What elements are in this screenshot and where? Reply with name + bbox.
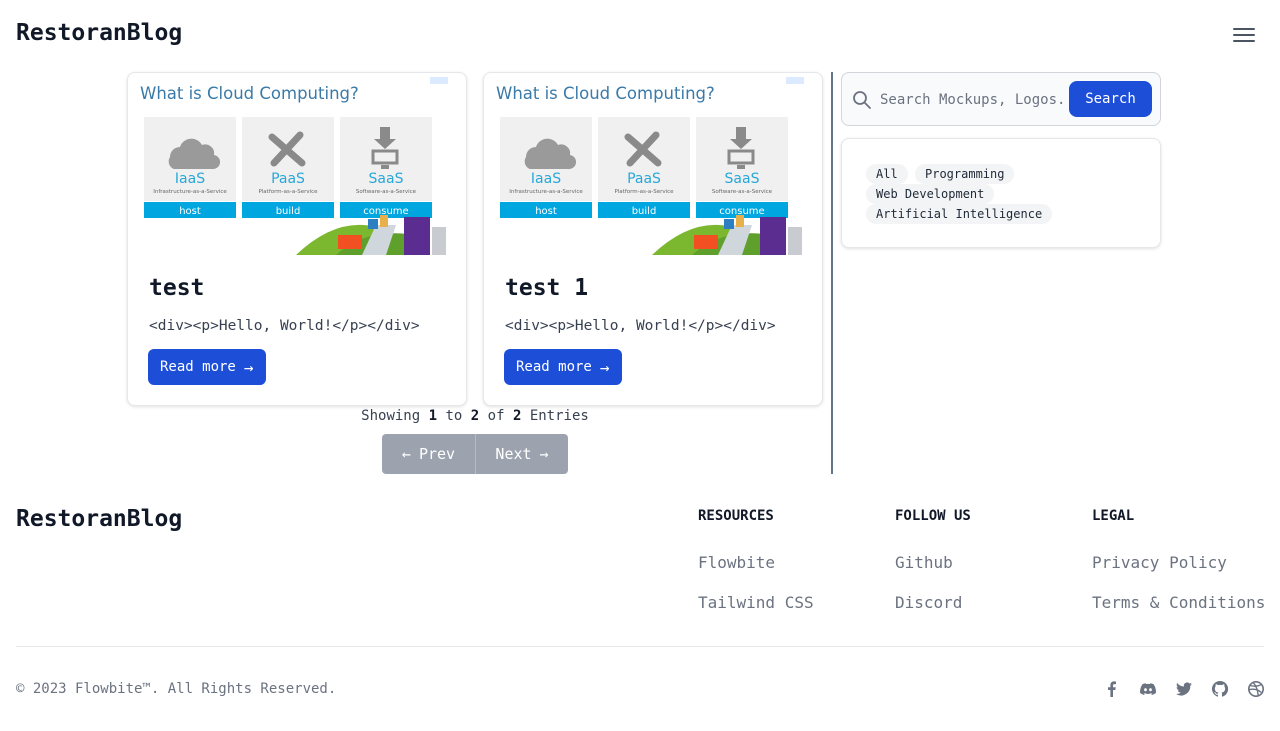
range-from: 1 — [428, 408, 438, 424]
footer-link-flowbite[interactable]: Flowbite — [698, 553, 775, 572]
read-more-label: Read more — [160, 359, 236, 375]
next-button[interactable]: Next → — [476, 434, 568, 474]
svg-text:IaaS: IaaS — [175, 171, 205, 187]
tag-programming[interactable]: Programming — [915, 164, 1015, 184]
to-label: to — [445, 408, 463, 424]
site-brand[interactable]: RestoranBlog — [16, 20, 182, 46]
tag-all[interactable]: All — [866, 164, 908, 184]
footer-link-privacy[interactable]: Privacy Policy — [1092, 553, 1227, 572]
range-to: 2 — [470, 408, 480, 424]
prev-button[interactable]: ← Prev — [382, 434, 476, 474]
search-input[interactable] — [880, 85, 1068, 115]
prev-label: Prev — [418, 445, 456, 463]
footer-heading: FOLLOW US — [895, 508, 971, 524]
footer-column-legal: LEGAL Privacy Policy Terms & Conditions — [1092, 508, 1265, 612]
read-more-label: Read more — [516, 359, 592, 375]
footer-link-tailwind[interactable]: Tailwind CSS — [698, 593, 814, 612]
svg-text:PaaS: PaaS — [271, 171, 305, 187]
entries-label: Entries — [529, 408, 589, 424]
svg-text:IaaS: IaaS — [531, 171, 561, 187]
svg-text:PaaS: PaaS — [627, 171, 661, 187]
arrow-right-icon: → — [539, 445, 549, 463]
post-excerpt: <div><p>Hello, World!</p></div> — [505, 318, 776, 334]
post-card: What is Cloud Computing? IaaS Infrastruct… — [127, 72, 467, 406]
footer-link-terms[interactable]: Terms & Conditions — [1092, 593, 1265, 612]
vertical-divider — [831, 72, 833, 474]
range-total: 2 — [512, 408, 522, 424]
svg-text:host: host — [179, 206, 201, 217]
read-more-button[interactable]: Read more → — [504, 349, 622, 385]
svg-text:build: build — [276, 206, 301, 217]
github-icon[interactable] — [1211, 680, 1229, 698]
svg-text:What is Cloud Computing?: What is Cloud Computing? — [496, 84, 715, 103]
next-label: Next — [495, 445, 532, 463]
hamburger-icon[interactable] — [1231, 24, 1257, 48]
facebook-icon[interactable] — [1103, 680, 1121, 698]
svg-text:SaaS: SaaS — [725, 171, 760, 187]
footer-divider — [16, 646, 1264, 647]
arrow-left-icon: ← — [401, 445, 411, 463]
twitter-icon[interactable] — [1175, 680, 1193, 698]
pagination: ← Prev Next → — [382, 434, 568, 474]
dribbble-icon[interactable] — [1247, 680, 1265, 698]
arrow-right-icon: → — [599, 357, 610, 377]
svg-text:Infrastructure-as-a-Service: Infrastructure-as-a-Service — [153, 189, 227, 195]
svg-text:Software-as-a-Service: Software-as-a-Service — [712, 189, 773, 195]
copyright: © 2023 Flowbite™. All Rights Reserved. — [16, 681, 337, 697]
search-button[interactable]: Search — [1069, 81, 1152, 117]
footer-column-follow-us: FOLLOW US Github Discord — [895, 508, 971, 612]
discord-icon[interactable] — [1139, 680, 1157, 698]
footer-heading: LEGAL — [1092, 508, 1135, 524]
post-card: What is Cloud Computing? IaaS Infrastruct… — [483, 72, 823, 406]
pagination-info: Showing 1 to 2 of 2 Entries — [127, 408, 823, 424]
showing-label: Showing — [361, 408, 421, 424]
tag-web-development[interactable]: Web Development — [866, 184, 995, 204]
svg-text:What is Cloud Computing?: What is Cloud Computing? — [140, 84, 359, 103]
search-icon — [853, 91, 871, 109]
footer-column-resources: RESOURCES Flowbite Tailwind CSS — [698, 508, 814, 612]
svg-text:build: build — [632, 206, 657, 217]
footer-brand[interactable]: RestoranBlog — [16, 506, 182, 532]
category-tags: All Programming Web Development Artifici… — [841, 138, 1161, 248]
svg-text:Infrastructure-as-a-Service: Infrastructure-as-a-Service — [509, 189, 583, 195]
search-form: Search — [841, 72, 1161, 126]
of-label: of — [487, 408, 505, 424]
post-excerpt: <div><p>Hello, World!</p></div> — [149, 318, 420, 334]
footer-link-discord[interactable]: Discord — [895, 593, 962, 612]
footer-link-github[interactable]: Github — [895, 553, 953, 572]
svg-text:SaaS: SaaS — [369, 171, 404, 187]
site-header: RestoranBlog — [0, 0, 1280, 72]
footer-heading: RESOURCES — [698, 508, 774, 524]
svg-text:Platform-as-a-Service: Platform-as-a-Service — [614, 189, 674, 195]
svg-text:Software-as-a-Service: Software-as-a-Service — [356, 189, 417, 195]
svg-text:Platform-as-a-Service: Platform-as-a-Service — [258, 189, 318, 195]
post-title[interactable]: test 1 — [505, 275, 588, 301]
arrow-right-icon: → — [243, 357, 254, 377]
post-title[interactable]: test — [149, 275, 204, 301]
tag-artificial-intelligence[interactable]: Artificial Intelligence — [866, 204, 1053, 224]
read-more-button[interactable]: Read more → — [148, 349, 266, 385]
svg-text:host: host — [535, 206, 557, 217]
